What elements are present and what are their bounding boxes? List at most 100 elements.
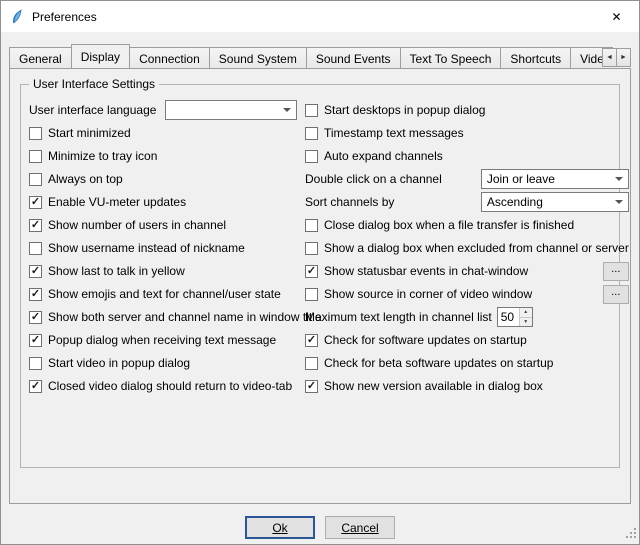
checkbox-box: ✓ — [305, 265, 318, 278]
checkbox-label: Check for software updates on startup — [324, 333, 527, 347]
language-label: User interface language — [29, 103, 156, 117]
tab-sound-events[interactable]: Sound Events — [306, 47, 401, 68]
checkbox-label: Enable VU-meter updates — [48, 195, 186, 209]
checkbox-label: Show source in corner of video window — [324, 287, 532, 301]
checkbox-box: ✓ — [29, 311, 42, 324]
statusbar-events-more-button[interactable]: ... — [603, 262, 629, 281]
video-source-more-button[interactable]: ... — [603, 285, 629, 304]
checkbox-last-to-talk[interactable]: ✓Show last to talk in yellow — [29, 264, 185, 278]
checkbox-close-on-transfer[interactable]: Close dialog box when a file transfer is… — [305, 218, 574, 232]
sort-channels-value: Ascending — [487, 195, 610, 209]
checkbox-box: ✓ — [29, 334, 42, 347]
tab-text-to-speech[interactable]: Text To Speech — [400, 47, 502, 68]
tab-shortcuts[interactable]: Shortcuts — [500, 47, 571, 68]
checkbox-check-updates[interactable]: ✓ Check for software updates on startup — [305, 333, 527, 347]
tab-bar: General Display Connection Sound System … — [9, 44, 631, 68]
max-text-length-spinner[interactable]: 50 ▲ ▼ — [497, 307, 533, 327]
sort-channels-select[interactable]: Ascending — [481, 192, 629, 212]
checkbox-label: Check for beta software updates on start… — [324, 356, 553, 370]
checkbox-label: Show last to talk in yellow — [48, 264, 185, 278]
checkbox-label: Minimize to tray icon — [48, 149, 157, 163]
checkbox-always-on-top[interactable]: Always on top — [29, 172, 123, 186]
checkbox-label: Show statusbar events in chat-window — [324, 264, 528, 278]
tab-display[interactable]: Display — [71, 44, 130, 68]
checkbox-show-username[interactable]: Show username instead of nickname — [29, 241, 245, 255]
checkbox-start-minimized[interactable]: Start minimized — [29, 126, 131, 140]
checkbox-box — [305, 242, 318, 255]
max-text-length-label: Maximum text length in channel list — [305, 310, 492, 324]
checkbox-box: ✓ — [29, 380, 42, 393]
checkbox-label: Auto expand channels — [324, 149, 443, 163]
max-text-length-row: Maximum text length in channel list 50 ▲… — [305, 308, 629, 326]
checkbox-label: Start minimized — [48, 126, 131, 140]
spinner-buttons[interactable]: ▲ ▼ — [519, 308, 532, 326]
language-row: User interface language — [29, 101, 297, 119]
cancel-button[interactable]: Cancel — [325, 516, 395, 539]
display-tab-pane: User Interface Settings User interface l… — [9, 68, 631, 504]
tab-scroll-right-button[interactable]: ► — [616, 48, 631, 67]
scroll-right-icon: ► — [620, 54, 627, 61]
checkbox-label: Show both server and channel name in win… — [48, 310, 322, 324]
checkbox-minimize-to-tray[interactable]: Minimize to tray icon — [29, 149, 157, 163]
checkbox-box: ✓ — [29, 219, 42, 232]
checkbox-show-user-count[interactable]: ✓Show number of users in channel — [29, 218, 226, 232]
spinner-value: 50 — [498, 308, 519, 326]
video-source-row: Show source in corner of video window ..… — [305, 285, 629, 303]
checkbox-excluded-dialog[interactable]: Show a dialog box when excluded from cha… — [305, 241, 629, 255]
close-icon: ✕ — [611, 10, 621, 24]
checkbox-box — [305, 288, 318, 301]
tab-general[interactable]: General — [9, 47, 72, 68]
checkbox-video-source-corner[interactable]: Show source in corner of video window — [305, 287, 532, 301]
double-click-label: Double click on a channel — [305, 172, 442, 186]
language-select[interactable] — [165, 100, 297, 120]
preferences-dialog: Preferences ✕ General Display Connection… — [0, 0, 640, 545]
tab-scroll-left-button[interactable]: ◄ — [602, 48, 617, 67]
checkbox-box: ✓ — [29, 196, 42, 209]
spin-down-icon[interactable]: ▼ — [520, 318, 532, 327]
sort-channels-label: Sort channels by — [305, 195, 394, 209]
checkbox-video-popup[interactable]: Start video in popup dialog — [29, 356, 190, 370]
double-click-value: Join or leave — [487, 172, 610, 186]
close-button[interactable]: ✕ — [594, 1, 639, 32]
sort-channels-row: Sort channels by Ascending — [305, 193, 629, 211]
checkbox-timestamp-messages[interactable]: Timestamp text messages — [305, 126, 464, 140]
tab-strip: General Display Connection Sound System … — [9, 44, 613, 68]
checkbox-vu-meter-updates[interactable]: ✓ Enable VU-meter updates — [29, 195, 186, 209]
window-title: Preferences — [32, 10, 97, 24]
checkbox-label: Popup dialog when receiving text message — [48, 333, 276, 347]
checkbox-label: Timestamp text messages — [324, 126, 464, 140]
resize-grip[interactable] — [625, 527, 637, 542]
statusbar-events-row: ✓ Show statusbar events in chat-window ..… — [305, 262, 629, 280]
checkbox-label: Start video in popup dialog — [48, 356, 190, 370]
checkbox-popup-text-message[interactable]: ✓ Popup dialog when receiving text messag… — [29, 333, 276, 347]
checkbox-label: Show a dialog box when excluded from cha… — [324, 241, 629, 255]
checkbox-label: Closed video dialog should return to vid… — [48, 379, 292, 393]
app-icon — [9, 9, 25, 25]
checkbox-box: ✓ — [305, 334, 318, 347]
checkbox-label: Show emojis and text for channel/user st… — [48, 287, 281, 301]
tab-sound-system[interactable]: Sound System — [209, 47, 307, 68]
checkbox-server-channel-title[interactable]: ✓ Show both server and channel name in wi… — [29, 310, 322, 324]
tab-connection[interactable]: Connection — [129, 47, 210, 68]
spin-up-icon[interactable]: ▲ — [520, 308, 532, 318]
checkbox-box — [305, 104, 318, 117]
checkbox-new-version-dialog[interactable]: ✓Show new version available in dialog bo… — [305, 379, 543, 393]
checkbox-check-beta-updates[interactable]: Check for beta software updates on start… — [305, 356, 553, 370]
checkbox-box — [29, 173, 42, 186]
chevron-down-icon — [615, 200, 623, 208]
checkbox-closed-video-return[interactable]: ✓ Closed video dialog should return to vi… — [29, 379, 292, 393]
checkbox-emojis-text-state[interactable]: ✓ Show emojis and text for channel/user s… — [29, 287, 281, 301]
ok-button[interactable]: Ok — [245, 516, 315, 539]
chevron-down-icon — [615, 177, 623, 185]
checkbox-label: Always on top — [48, 172, 123, 186]
checkbox-auto-expand-channels[interactable]: Auto expand channels — [305, 149, 443, 163]
double-click-select[interactable]: Join or leave — [481, 169, 629, 189]
title-bar: Preferences ✕ — [1, 1, 639, 32]
checkbox-label: Start desktops in popup dialog — [324, 103, 485, 117]
checkbox-desktops-popup[interactable]: Start desktops in popup dialog — [305, 103, 485, 117]
checkbox-box: ✓ — [29, 288, 42, 301]
checkbox-label: Close dialog box when a file transfer is… — [324, 218, 574, 232]
checkbox-statusbar-events[interactable]: ✓ Show statusbar events in chat-window — [305, 264, 528, 278]
checkbox-label: Show username instead of nickname — [48, 241, 245, 255]
tab-scrollers: ◄ ► — [603, 48, 631, 67]
